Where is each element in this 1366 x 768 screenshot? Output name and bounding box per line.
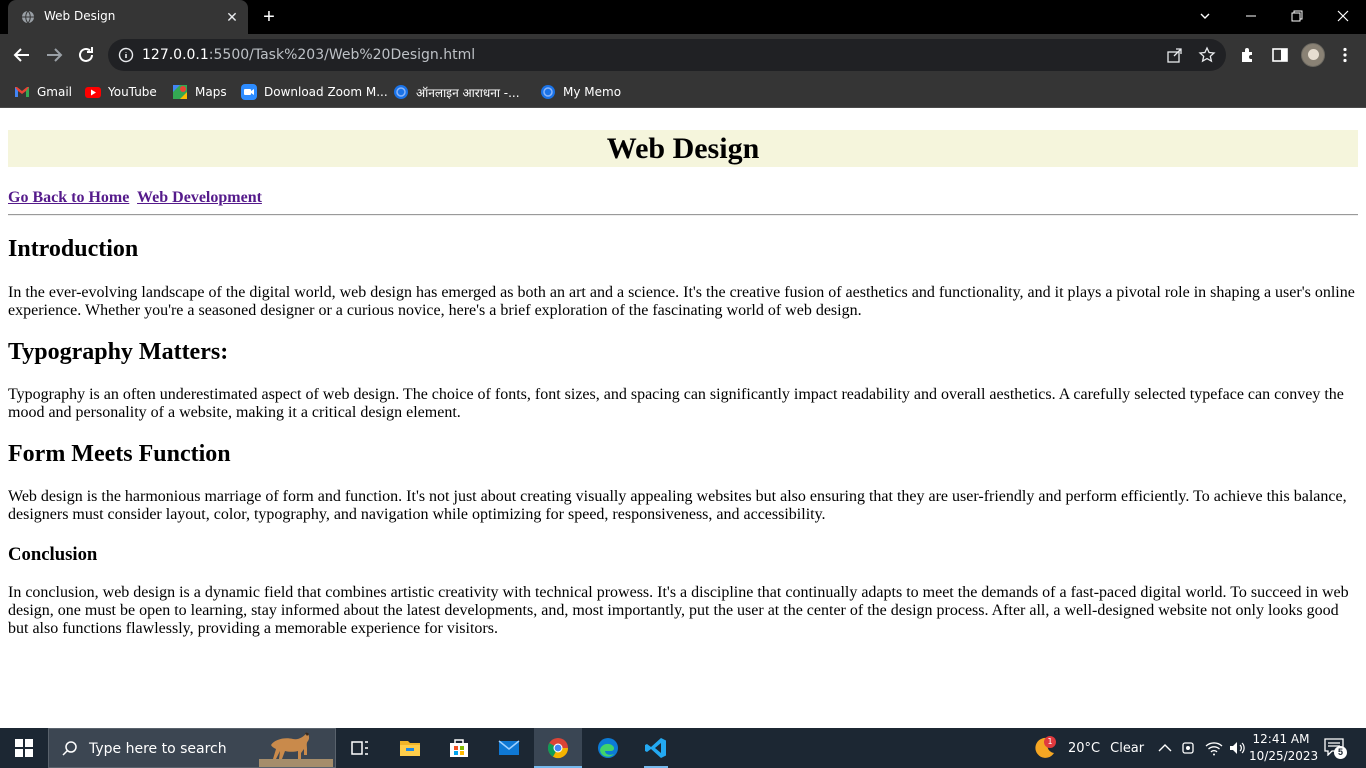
clock-date: 10/25/2023 bbox=[1249, 749, 1319, 763]
page-header: Web Design bbox=[8, 130, 1358, 167]
youtube-icon bbox=[85, 87, 101, 98]
nav-links: Go Back to Home Web Development bbox=[8, 189, 266, 207]
go-back-home-link[interactable]: Go Back to Home bbox=[8, 189, 129, 206]
star-icon[interactable] bbox=[1198, 46, 1216, 64]
mail-icon bbox=[498, 740, 520, 755]
forward-icon[interactable] bbox=[42, 43, 66, 67]
task-view-button[interactable] bbox=[336, 728, 384, 768]
web-development-link[interactable]: Web Development bbox=[137, 189, 262, 206]
new-tab-button[interactable]: + bbox=[258, 6, 280, 28]
address-bar[interactable]: 127.0.0.1:5500/Task%203/Web%20Design.htm… bbox=[108, 39, 1226, 71]
section-heading-introduction: Introduction bbox=[8, 236, 139, 262]
tab-search-button[interactable] bbox=[1182, 0, 1228, 32]
weather-temp: 20°C bbox=[1068, 740, 1101, 756]
globe-icon bbox=[541, 85, 555, 99]
mail-button[interactable] bbox=[485, 728, 533, 768]
weather-widget[interactable]: 1 20°C Clear bbox=[1032, 728, 1144, 768]
section-heading-typography: Typography Matters: bbox=[8, 339, 229, 365]
gmail-icon bbox=[15, 87, 29, 97]
taskbar-search[interactable]: Type here to search bbox=[48, 728, 336, 768]
search-highlight-horse-image bbox=[259, 732, 333, 767]
bookmark-zoom[interactable]: Download Zoom M... bbox=[241, 83, 388, 101]
section-heading-conclusion: Conclusion bbox=[8, 544, 98, 565]
side-panel-icon[interactable] bbox=[1271, 46, 1289, 64]
chevron-down-icon bbox=[1200, 13, 1210, 19]
microsoft-store-icon bbox=[450, 739, 468, 757]
extensions-icon[interactable] bbox=[1239, 46, 1257, 64]
vscode-icon bbox=[645, 738, 666, 758]
windows-taskbar: Type here to search 1 20°C Clear 12:41 A… bbox=[0, 728, 1366, 768]
meet-now-icon[interactable] bbox=[1180, 739, 1198, 757]
close-icon bbox=[1337, 10, 1349, 22]
browser-toolbar: 127.0.0.1:5500/Task%203/Web%20Design.htm… bbox=[0, 34, 1366, 76]
bookmark-gmail[interactable]: Gmail bbox=[14, 83, 72, 101]
tab-title: Web Design bbox=[44, 9, 116, 23]
reload-icon[interactable] bbox=[74, 43, 98, 67]
back-icon[interactable] bbox=[10, 43, 34, 67]
system-clock[interactable]: 12:41 AM 10/25/2023 bbox=[1249, 731, 1319, 765]
minimize-icon bbox=[1246, 15, 1256, 17]
wifi-icon[interactable] bbox=[1205, 739, 1223, 757]
close-window-button[interactable] bbox=[1320, 0, 1366, 32]
minimize-button[interactable] bbox=[1228, 0, 1274, 32]
section-text-conclusion: In conclusion, web design is a dynamic f… bbox=[8, 584, 1349, 638]
restore-button[interactable] bbox=[1274, 0, 1320, 32]
section-text-form-function: Web design is the harmonious marriage of… bbox=[8, 488, 1347, 524]
clock-time: 12:41 AM bbox=[1252, 732, 1310, 746]
search-placeholder: Type here to search bbox=[89, 741, 227, 757]
search-icon bbox=[62, 741, 77, 756]
volume-icon[interactable] bbox=[1228, 739, 1246, 757]
section-text-introduction: In the ever-evolving landscape of the di… bbox=[8, 284, 1355, 320]
web-page: Web Design Go Back to Home Web Developme… bbox=[0, 108, 1366, 728]
vscode-button[interactable] bbox=[632, 728, 680, 768]
bookmark-label: Maps bbox=[195, 85, 227, 99]
profile-avatar[interactable] bbox=[1301, 43, 1325, 67]
bookmark-label: YouTube bbox=[108, 85, 157, 99]
weather-condition: Clear bbox=[1110, 740, 1145, 756]
file-explorer-button[interactable] bbox=[386, 728, 434, 768]
weather-badge: 1 bbox=[1044, 736, 1056, 748]
globe-icon bbox=[394, 85, 408, 99]
horizontal-rule bbox=[8, 214, 1358, 216]
bookmark-label: ऑनलाइन आराधना -... bbox=[416, 85, 520, 100]
file-explorer-icon bbox=[400, 741, 420, 756]
menu-icon[interactable] bbox=[1336, 46, 1354, 64]
bookmark-online-aradhana[interactable]: ऑनलाइन आराधना -... bbox=[393, 83, 520, 101]
globe-icon bbox=[22, 10, 34, 24]
info-icon[interactable] bbox=[118, 47, 134, 63]
chrome-button[interactable] bbox=[534, 728, 582, 768]
windows-logo-icon bbox=[15, 739, 33, 757]
bookmark-label: Gmail bbox=[37, 85, 73, 99]
restore-icon bbox=[1291, 10, 1303, 22]
edge-icon bbox=[598, 738, 618, 758]
bookmark-youtube[interactable]: YouTube bbox=[85, 83, 157, 101]
start-button[interactable] bbox=[0, 728, 48, 768]
page-title: Web Design bbox=[606, 132, 760, 165]
bookmark-label: My Memo bbox=[563, 85, 622, 99]
bookmark-maps[interactable]: Maps bbox=[172, 83, 227, 101]
edge-button[interactable] bbox=[584, 728, 632, 768]
chevron-up-icon[interactable] bbox=[1156, 739, 1174, 757]
section-text-typography: Typography is an often underestimated as… bbox=[8, 386, 1344, 422]
bookmark-label: Download Zoom M... bbox=[264, 85, 388, 99]
browser-tab[interactable]: Web Design ✕ bbox=[8, 0, 248, 34]
task-view-icon bbox=[351, 741, 368, 755]
share-icon[interactable] bbox=[1166, 46, 1184, 64]
notification-count-badge: 5 bbox=[1334, 746, 1347, 759]
url-text[interactable]: 127.0.0.1:5500/Task%203/Web%20Design.htm… bbox=[142, 47, 475, 63]
tab-strip: Web Design ✕ + bbox=[0, 0, 1366, 34]
bookmark-my-memo[interactable]: My Memo bbox=[540, 83, 621, 101]
zoom-icon bbox=[241, 84, 257, 100]
notifications-button[interactable]: 5 bbox=[1324, 738, 1347, 759]
microsoft-store-button[interactable] bbox=[435, 728, 483, 768]
tab-close-icon[interactable]: ✕ bbox=[224, 9, 240, 25]
maps-icon bbox=[173, 85, 187, 99]
section-heading-form-function: Form Meets Function bbox=[8, 441, 231, 467]
bookmarks-bar: Gmail YouTube Maps Download Zoom M... ऑन… bbox=[0, 76, 1366, 108]
chrome-icon bbox=[547, 738, 569, 759]
